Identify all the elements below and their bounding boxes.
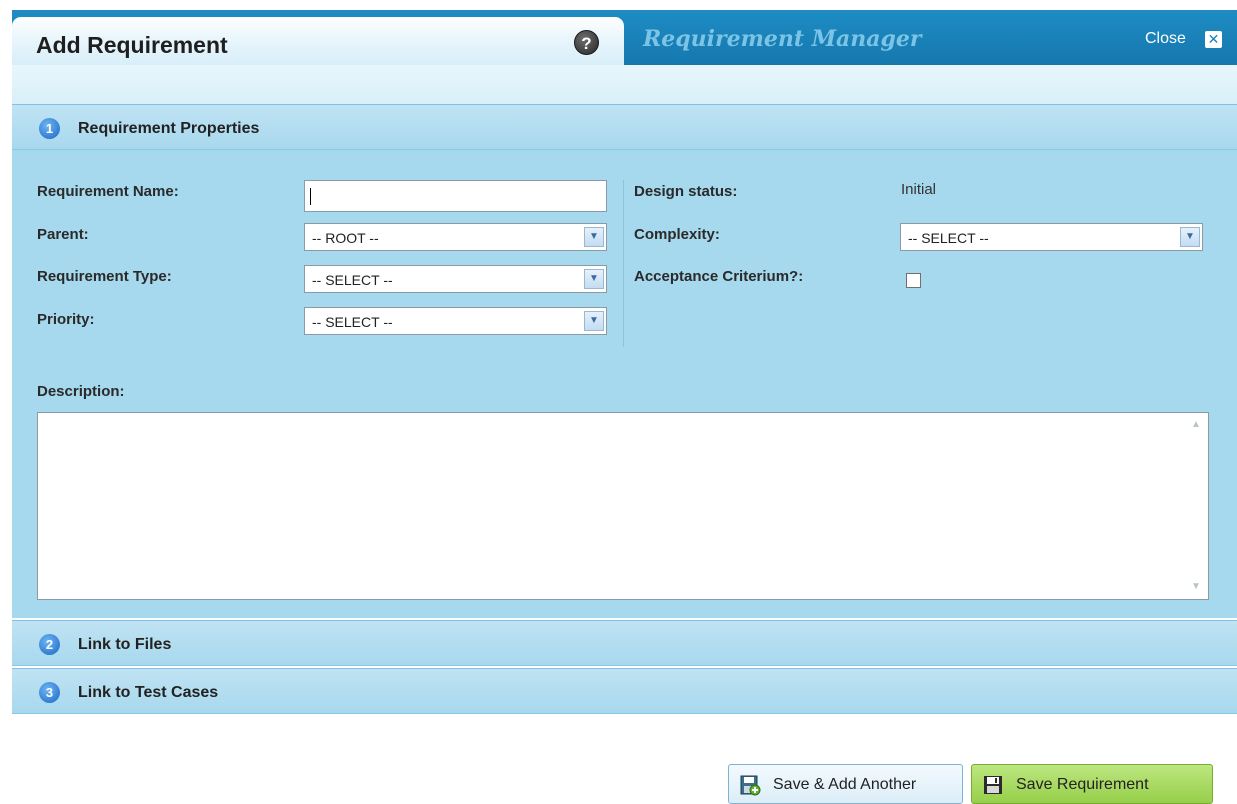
save-requirement-button[interactable]: Save Requirement xyxy=(971,764,1213,804)
description-textarea[interactable]: ▲ ▼ xyxy=(37,412,1209,600)
section-link-to-files[interactable]: 2 Link to Files xyxy=(12,620,1237,666)
chevron-down-icon[interactable]: ▼ xyxy=(584,227,604,247)
requirement-name-input[interactable] xyxy=(304,180,607,212)
chevron-down-icon[interactable]: ▼ xyxy=(584,269,604,289)
requirement-type-label: Requirement Type: xyxy=(37,268,172,285)
step-3-icon: 3 xyxy=(39,682,60,703)
step-1-icon: 1 xyxy=(39,118,60,139)
scroll-up-icon[interactable]: ▲ xyxy=(1187,416,1205,434)
page-title: Add Requirement xyxy=(36,32,228,58)
close-icon[interactable]: ✕ xyxy=(1205,31,1222,48)
step-2-icon: 2 xyxy=(39,634,60,655)
acceptance-criterium-label: Acceptance Criterium?: xyxy=(634,268,804,285)
section-link-to-test-cases[interactable]: 3 Link to Test Cases xyxy=(12,668,1237,714)
complexity-label: Complexity: xyxy=(634,226,720,243)
parent-select-value: -- ROOT -- xyxy=(312,230,379,246)
text-caret xyxy=(310,188,311,205)
section-label: Link to Files xyxy=(78,636,172,653)
design-status-value: Initial xyxy=(901,181,937,198)
close-link[interactable]: Close xyxy=(1145,30,1186,48)
requirement-type-select[interactable]: -- SELECT -- ▼ xyxy=(304,265,607,293)
scroll-down-icon[interactable]: ▼ xyxy=(1187,578,1205,596)
priority-select[interactable]: -- SELECT -- ▼ xyxy=(304,307,607,335)
tab-add-requirement[interactable]: Add Requirement ? xyxy=(12,17,624,69)
chevron-down-icon[interactable]: ▼ xyxy=(1180,227,1200,247)
save-add-icon xyxy=(740,775,761,796)
save-add-another-button[interactable]: Save & Add Another xyxy=(728,764,963,804)
priority-label: Priority: xyxy=(37,311,95,328)
tab-requirement-manager[interactable]: Requirement Manager xyxy=(643,26,922,52)
requirement-name-label: Requirement Name: xyxy=(37,183,179,200)
parent-label: Parent: xyxy=(37,226,89,243)
chevron-down-icon[interactable]: ▼ xyxy=(584,311,604,331)
complexity-select-value: -- SELECT -- xyxy=(908,230,989,246)
section-requirement-properties[interactable]: 1 Requirement Properties xyxy=(12,104,1237,150)
help-icon[interactable]: ? xyxy=(574,30,599,55)
subheader-bar xyxy=(12,65,1237,105)
column-divider xyxy=(623,180,624,347)
priority-select-value: -- SELECT -- xyxy=(312,314,393,330)
acceptance-criterium-checkbox[interactable] xyxy=(906,273,921,288)
description-label: Description: xyxy=(37,383,125,400)
save-add-another-label: Save & Add Another xyxy=(773,776,917,793)
design-status-label: Design status: xyxy=(634,183,738,200)
section-label: Requirement Properties xyxy=(78,120,260,137)
complexity-select[interactable]: -- SELECT -- ▼ xyxy=(900,223,1203,251)
requirement-type-select-value: -- SELECT -- xyxy=(312,272,393,288)
parent-select[interactable]: -- ROOT -- ▼ xyxy=(304,223,607,251)
save-requirement-label: Save Requirement xyxy=(1016,776,1149,793)
floppy-disk-icon xyxy=(984,776,1002,794)
section-label: Link to Test Cases xyxy=(78,684,219,701)
